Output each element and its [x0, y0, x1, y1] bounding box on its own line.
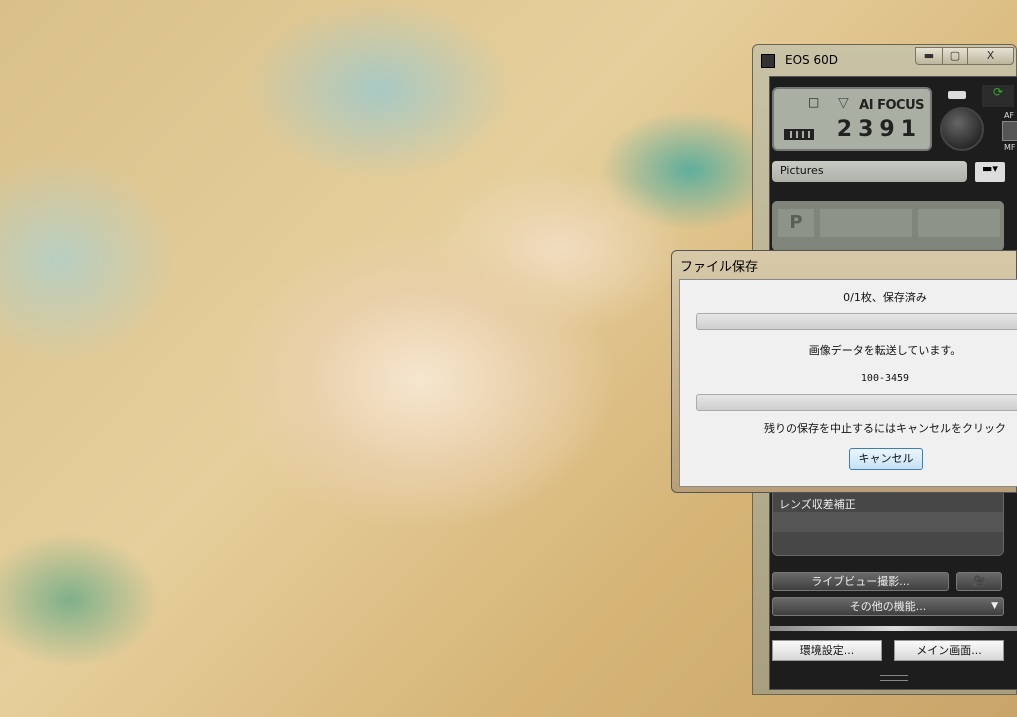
mf-label: MF: [1004, 143, 1016, 152]
list-item-lens-correction[interactable]: レンズ収差補正: [779, 496, 997, 512]
af-label: AF: [1004, 111, 1015, 120]
shutter-speed-cell[interactable]: [820, 209, 912, 237]
transfer-status: 画像データを転送しています。: [808, 344, 962, 357]
other-functions-button[interactable]: その他の機能... ▼: [772, 597, 1004, 616]
maximize-button[interactable]: ▢: [942, 47, 968, 65]
function-list: レンズ収差補正: [772, 491, 1004, 556]
window-title: EOS 60D: [785, 53, 838, 67]
instruction-text: 残りの保存を中止するにはキャンセルをクリック: [764, 422, 1006, 435]
live-view-button[interactable]: ライブビュー撮影...: [772, 572, 949, 591]
overall-progress-bar: [696, 313, 1017, 330]
battery-icon: [784, 129, 814, 140]
drive-mode-icon[interactable]: □: [808, 95, 819, 109]
indicator-lamp: [948, 91, 966, 99]
movie-camera-icon[interactable]: 🎥: [956, 572, 1002, 591]
dialog-title: ファイル保存: [680, 260, 759, 275]
file-save-dialog: ファイル保存 0/1枚、保存済み 画像データを転送しています。 100-3459…: [671, 250, 1017, 493]
af-mode[interactable]: AI FOCUS: [859, 98, 924, 113]
destination-folder-field[interactable]: Pictures: [772, 161, 967, 182]
minimize-button[interactable]: ▬: [915, 47, 943, 65]
file-name: 100-3459: [860, 373, 910, 384]
rotate-icon[interactable]: ⟳: [982, 85, 1014, 107]
shots-remaining: 2391: [836, 117, 922, 142]
preferences-button[interactable]: 環境設定...: [772, 640, 882, 661]
main-window-button[interactable]: メイン画面...: [894, 640, 1004, 661]
shutter-button[interactable]: [940, 107, 984, 151]
dropdown-arrow-icon: ▼: [991, 601, 998, 611]
shooting-mode[interactable]: P: [778, 209, 814, 237]
close-button[interactable]: X: [967, 47, 1014, 65]
af-mf-switch[interactable]: [1002, 121, 1017, 141]
divider: [770, 626, 1017, 631]
camera-lcd: □ ▽ AI FOCUS 2391: [772, 87, 932, 151]
count-status: 0/1枚、保存済み: [843, 291, 927, 304]
cancel-button[interactable]: キャンセル: [849, 448, 923, 470]
aperture-cell[interactable]: [918, 209, 1000, 237]
dialog-body: 0/1枚、保存済み 画像データを転送しています。 100-3459 残りの保存を…: [679, 279, 1017, 487]
file-progress-bar: [696, 394, 1017, 411]
resize-grip[interactable]: [880, 675, 908, 681]
af-point-icon[interactable]: ▽: [838, 95, 849, 111]
shooting-settings-panel: P: [772, 201, 1004, 251]
folder-icon[interactable]: ▬▾: [975, 162, 1005, 182]
